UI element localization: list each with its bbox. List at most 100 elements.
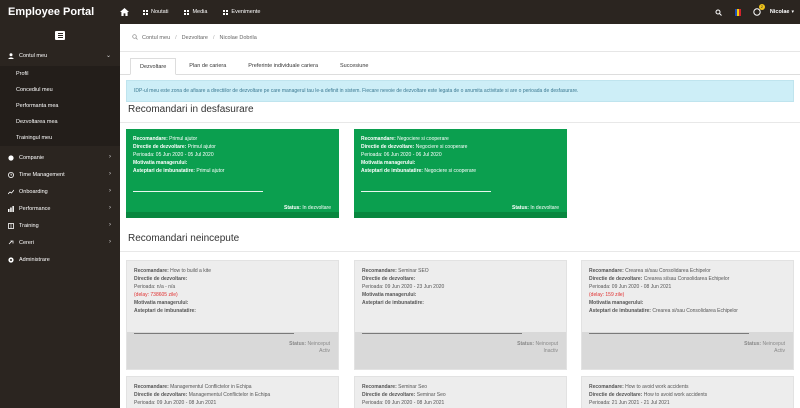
grid-icon xyxy=(223,9,229,15)
chevron-down-icon: ⌄ xyxy=(105,53,111,59)
recommendation-card-notstarted[interactable]: Recomandare: Seminar SEO Directie de dez… xyxy=(354,260,567,370)
tab-preferinte-cariera[interactable]: Preferinte individuale cariera xyxy=(239,58,327,74)
sidebar-subitem-dezvoltarea-mea[interactable]: Dezvoltarea mea xyxy=(0,114,120,130)
card-field: Recomandare: How to avoid work accidents xyxy=(589,384,689,390)
card-field: Asteptari de imbunatatire: Negociere si … xyxy=(361,168,477,174)
card-field: Directie de dezvoltare: Crearea si/sau C… xyxy=(589,276,730,282)
recommendation-card-ongoing[interactable]: Recomandare: Negociere si cooperare Dire… xyxy=(354,129,567,218)
sidebar-subitem-trainingul-meu[interactable]: Trainingul meu xyxy=(0,130,120,146)
card-field: Perioada: 09 Jun 2020 - 08 Jun 2021 xyxy=(362,400,445,406)
card-field: Asteptari de imbunatatire: Primul ajutor xyxy=(133,168,225,174)
sidebar-item-label: Companie xyxy=(19,154,45,161)
sidebar-item-companie[interactable]: Companie › xyxy=(0,149,120,166)
recommendation-card-ongoing[interactable]: Recomandare: Primul ajutor Directie de d… xyxy=(126,129,339,218)
card-field: Perioada: 05 Jun 2020 - 05 Jul 2020 xyxy=(133,152,214,158)
breadcrumb-item[interactable]: Contul meu xyxy=(142,35,170,41)
flag-icon[interactable] xyxy=(733,7,743,17)
card-field: Recomandare: How to build a kite xyxy=(134,268,211,274)
clock-icon xyxy=(8,171,14,178)
sidebar-subitem-profil[interactable]: Profil xyxy=(0,66,120,82)
sidebar-item-label: Contul meu xyxy=(19,52,48,59)
card-field: Perioada: n/a - n/a xyxy=(134,284,176,290)
recommendation-card-notstarted[interactable]: Recomandare: How to avoid work accidents… xyxy=(581,376,794,408)
recommendation-card-notstarted[interactable]: Recomandare: How to build a kite Directi… xyxy=(126,260,339,370)
progress-bar xyxy=(361,191,491,192)
sidebar-item-cereri[interactable]: Cereri › xyxy=(0,234,120,251)
sidebar-item-label: Administrare xyxy=(19,256,50,263)
sidebar-item-performance[interactable]: Performance › xyxy=(0,200,120,217)
brand-title[interactable]: Employee Portal xyxy=(0,6,120,18)
grid-icon xyxy=(184,9,190,15)
breadcrumb: Contul meu / Dezvoltare / Nicolae Dobril… xyxy=(120,24,800,52)
sidebar-subitem-label: Trainingul meu xyxy=(16,135,53,141)
globe-icon xyxy=(8,154,14,161)
top-bar: Employee Portal Noutati Media Evenimente… xyxy=(0,0,800,24)
status-badge: Status: Neinceput Activ xyxy=(289,341,330,354)
sidebar-subitem-label: Performanta mea xyxy=(16,103,59,109)
state-text: Inactiv xyxy=(543,348,558,354)
card-field: Asteptari de imbunatatire: xyxy=(134,308,196,314)
chevron-right-icon: › xyxy=(109,154,111,160)
card-field: Directie de dezvoltare: How to avoid wor… xyxy=(589,392,708,398)
divider xyxy=(120,122,800,123)
breadcrumb-icon xyxy=(132,33,138,42)
breadcrumb-separator: / xyxy=(175,34,177,41)
bars-icon xyxy=(8,205,14,212)
top-right-tools: 2 Nicolae ▾ xyxy=(705,0,794,24)
sidebar-item-administrare[interactable]: Administrare xyxy=(0,251,120,268)
card-field: Recomandare: Managementul Conflictelor i… xyxy=(134,384,252,390)
topnav-label: Noutati xyxy=(151,9,169,15)
topnav-evenimente[interactable]: Evenimente xyxy=(223,9,260,15)
info-banner: IDP-ul meu este zona de afisare a direct… xyxy=(126,80,794,102)
user-menu[interactable]: Nicolae xyxy=(770,9,790,15)
topnav-label: Media xyxy=(192,9,208,15)
sidebar-item-onboarding[interactable]: Onboarding › xyxy=(0,183,120,200)
user-icon xyxy=(8,52,14,59)
tab-dezvoltare[interactable]: Dezvoltare xyxy=(130,58,177,75)
topnav-noutati[interactable]: Noutati xyxy=(143,9,168,15)
status-badge: Status: In dezvoltare xyxy=(284,205,331,211)
sidebar-item-label: Onboarding xyxy=(19,188,48,195)
menu-toggle-icon[interactable] xyxy=(55,31,65,40)
card-field: Perioada: 21 Jun 2021 - 21 Jul 2021 xyxy=(589,400,670,406)
card-field: Recomandare: Primul ajutor xyxy=(133,136,198,142)
card-field: Directie de dezvoltare: xyxy=(134,276,188,282)
topnav-media[interactable]: Media xyxy=(184,9,207,15)
card-field: Motivatia managerului: xyxy=(133,160,188,166)
card-field: Directie de dezvoltare: xyxy=(362,276,416,282)
recommendation-card-notstarted[interactable]: Recomandare: Seminar Seo Directie de dez… xyxy=(354,376,567,408)
breadcrumb-item[interactable]: Dezvoltare xyxy=(182,35,208,41)
sidebar-subitem-concediul-meu[interactable]: Concediul meu xyxy=(0,82,120,98)
card-field: Motivatia managerului: xyxy=(361,160,416,166)
section-title-ongoing: Recomandari in desfasurare xyxy=(128,104,254,115)
notification-badge: 2 xyxy=(758,4,765,10)
breadcrumb-item-current: Nicolae Dobrila xyxy=(219,34,257,41)
status-badge: Status: Neinceput Inactiv xyxy=(517,341,558,354)
search-icon[interactable] xyxy=(714,7,724,17)
sidebar-item-label: Performance xyxy=(19,205,51,212)
sidebar-item-time-management[interactable]: Time Management › xyxy=(0,166,120,183)
chevron-right-icon: › xyxy=(109,188,111,194)
home-icon[interactable] xyxy=(117,5,131,19)
chevron-right-icon: › xyxy=(109,171,111,177)
sidebar-subitem-label: Concediul meu xyxy=(16,87,53,93)
progress-bar xyxy=(362,333,522,334)
sidebar-item-contul-meu[interactable]: Contul meu ⌄ xyxy=(0,47,120,64)
tab-plan-de-cariera[interactable]: Plan de cariera xyxy=(180,58,235,74)
sidebar-subitem-performanta-mea[interactable]: Performanta mea xyxy=(0,98,120,114)
status-badge: Status: In dezvoltare xyxy=(512,205,559,211)
sidebar: Contul meu ⌄ Profil Concediul meu Perfor… xyxy=(0,24,120,408)
breadcrumb-separator: / xyxy=(212,34,215,41)
chevron-right-icon: › xyxy=(109,239,111,245)
recommendation-card-notstarted[interactable]: Recomandare: Crearea si/sau Consolidarea… xyxy=(581,260,794,370)
recommendation-card-notstarted[interactable]: Recomandare: Managementul Conflictelor i… xyxy=(126,376,339,408)
card-field: Recomandare: Seminar Seo xyxy=(362,384,428,390)
progress-bar xyxy=(134,333,294,334)
chevron-down-icon[interactable]: ▾ xyxy=(791,9,794,15)
tab-succesiune[interactable]: Succesiune xyxy=(331,58,377,74)
sidebar-item-training[interactable]: Training › xyxy=(0,217,120,234)
card-field: Directie de dezvoltare: Primul ajutor xyxy=(133,144,216,150)
notifications-icon[interactable]: 2 xyxy=(752,4,765,17)
progress-bar xyxy=(133,191,263,192)
chevron-right-icon: › xyxy=(109,205,111,211)
